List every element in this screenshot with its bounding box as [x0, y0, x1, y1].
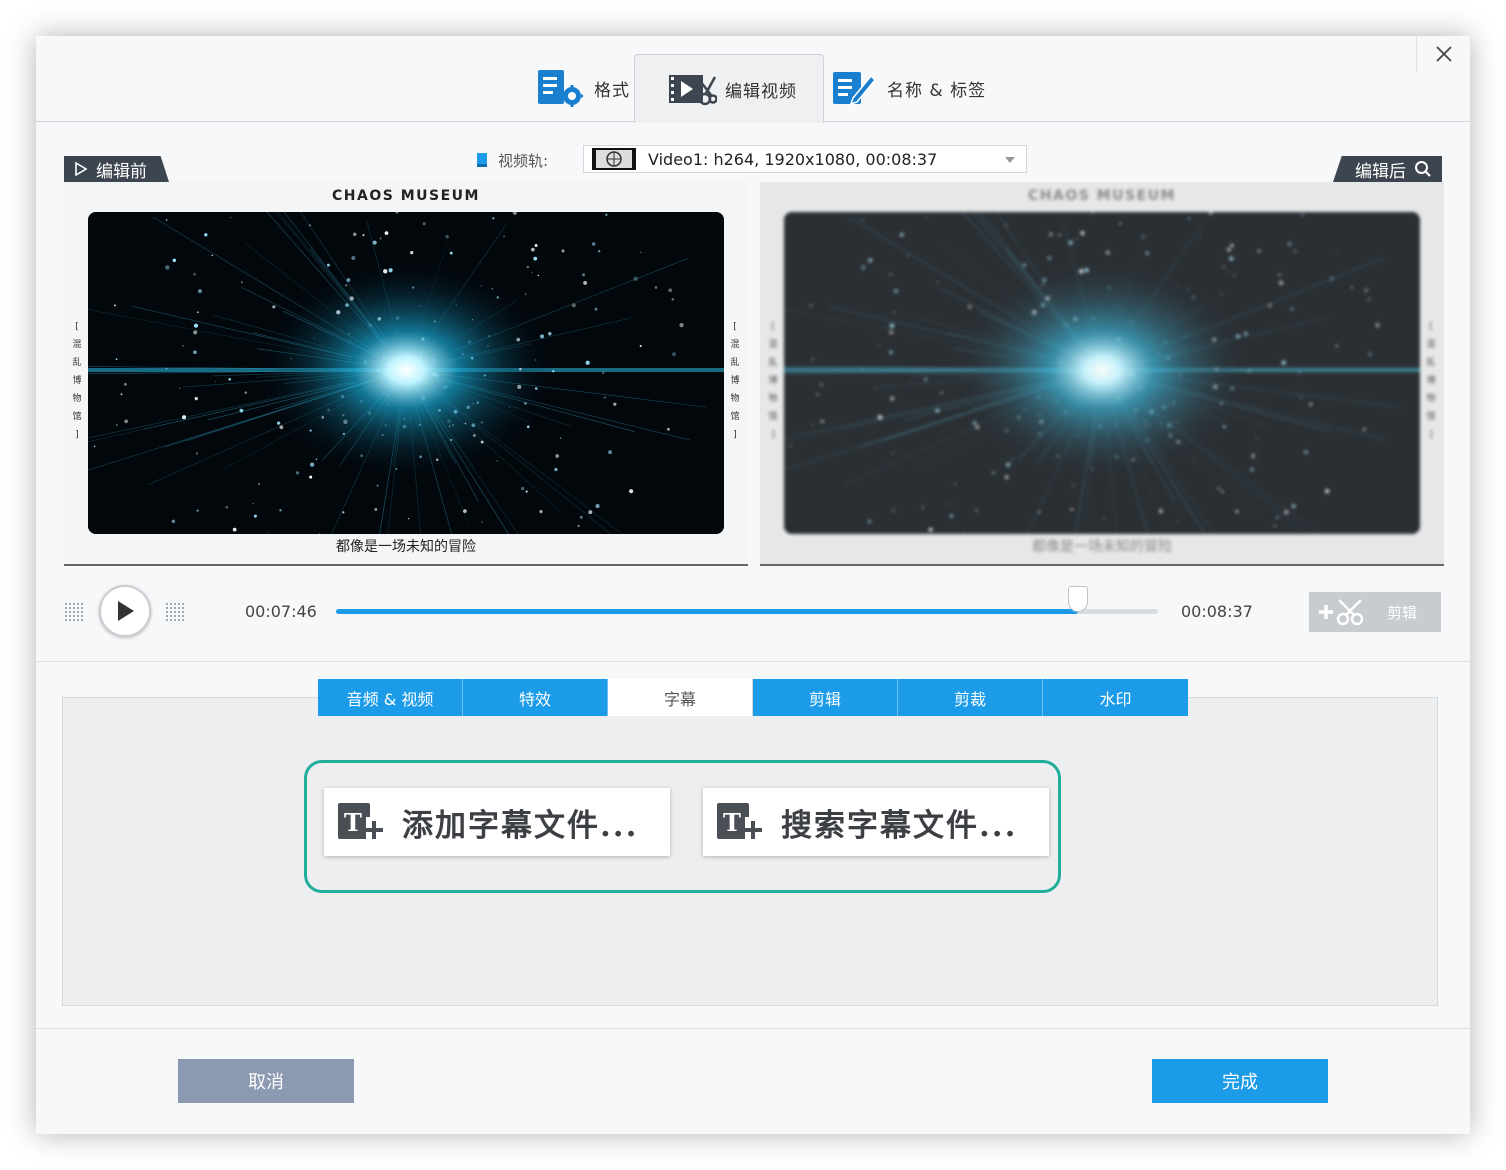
svg-text:T: T — [344, 808, 362, 837]
video-caption: 都像是一场未知的冒险 — [336, 539, 476, 555]
search-subtitle-button[interactable]: T 搜索字幕文件... — [703, 788, 1049, 856]
zoom-icon — [1415, 161, 1431, 177]
before-edit-tag: 编辑前 — [64, 156, 169, 182]
video-track-label: 视频轨: — [498, 151, 549, 170]
play-outline-icon — [75, 162, 88, 176]
top-tab-bar: 格式 编辑视频 名称 & 标签 — [36, 36, 1470, 123]
frame-forward-grip-icon[interactable] — [165, 602, 185, 622]
play-icon — [118, 601, 134, 621]
trim-button[interactable]: 剪辑 — [1309, 592, 1441, 632]
frame-back-grip-icon[interactable] — [64, 602, 84, 622]
playback-bar: 00:07:46 00:08:37 剪辑 — [36, 566, 1470, 662]
add-subtitle-button[interactable]: T 添加字幕文件... — [324, 788, 670, 856]
video-thumbnail-icon — [592, 148, 636, 170]
current-time: 00:07:46 — [245, 602, 317, 621]
side-text-left-after: [混乱博物馆] — [768, 322, 778, 440]
video-title-after: CHAOS MUSEUM — [1028, 188, 1176, 204]
tab-effects[interactable]: 特效 — [463, 679, 608, 716]
timeline-slider[interactable] — [336, 586, 1158, 614]
tab-name-tags-label: 名称 & 标签 — [887, 80, 987, 101]
video-frame-after — [784, 212, 1420, 534]
before-edit-label: 编辑前 — [96, 161, 147, 182]
after-edit-tag[interactable]: 编辑后 — [1333, 156, 1442, 182]
add-trim-icon — [1319, 599, 1364, 626]
tab-edit-video-label: 编辑视频 — [725, 81, 797, 102]
add-subtitle-icon: T — [338, 803, 383, 841]
tab-watermark[interactable]: 水印 — [1043, 679, 1188, 716]
search-subtitle-label: 搜索字幕文件... — [781, 807, 1018, 844]
tab-audio-video[interactable]: 音频 & 视频 — [318, 679, 463, 716]
done-button[interactable]: 完成 — [1152, 1059, 1328, 1103]
tab-name-tags[interactable]: 名称 & 标签 — [831, 54, 986, 122]
tab-edit-video[interactable]: 编辑视频 — [634, 54, 824, 123]
play-button[interactable] — [99, 585, 151, 637]
total-time: 00:08:37 — [1181, 602, 1253, 621]
name-tag-icon — [833, 72, 877, 106]
search-subtitle-icon: T — [717, 803, 762, 841]
after-edit-label: 编辑后 — [1355, 161, 1406, 182]
svg-text:T: T — [723, 808, 741, 837]
preview-before: CHAOS MUSEUM [混乱博物馆] [混乱博物馆] 都像是一场未知的冒险 — [64, 182, 748, 566]
timeline-thumb[interactable] — [1068, 586, 1089, 612]
cancel-button[interactable]: 取消 — [178, 1059, 354, 1103]
tab-crop[interactable]: 剪裁 — [898, 679, 1043, 716]
tab-subtitles[interactable]: 字幕 — [608, 679, 753, 716]
video-track-value: Video1: h264, 1920x1080, 00:08:37 — [648, 149, 938, 169]
edit-sub-tabs: 音频 & 视频 特效 字幕 剪辑 剪裁 水印 — [318, 679, 1188, 716]
timeline-progress — [336, 609, 1079, 614]
side-text-left: [混乱博物馆] — [72, 322, 82, 440]
tab-trim[interactable]: 剪辑 — [753, 679, 898, 716]
footer-divider — [36, 1028, 1470, 1029]
side-text-right: [混乱博物馆] — [730, 322, 740, 440]
tab-format[interactable]: 格式 — [536, 54, 630, 122]
format-settings-icon — [538, 70, 583, 107]
edit-video-dialog: 格式 编辑视频 名称 & 标签 编辑前 编辑后 视频轨: Video1: h26… — [36, 36, 1470, 1134]
chevron-down-icon — [1005, 157, 1015, 163]
film-strip-icon — [477, 153, 487, 167]
video-track-select[interactable]: Video1: h264, 1920x1080, 00:08:37 — [583, 145, 1027, 173]
video-track-row: 视频轨: — [476, 147, 548, 173]
trim-button-label: 剪辑 — [1387, 603, 1418, 622]
side-text-right-after: [混乱博物馆] — [1426, 322, 1436, 440]
add-subtitle-label: 添加字幕文件... — [402, 807, 639, 844]
video-edit-icon — [669, 75, 717, 106]
preview-after: CHAOS MUSEUM [混乱博物馆] [混乱博物馆] 都像是一场未知的冒险 — [760, 182, 1444, 566]
video-frame-before — [88, 212, 724, 534]
tab-format-label: 格式 — [594, 80, 630, 101]
video-title: CHAOS MUSEUM — [332, 188, 480, 204]
video-caption-after: 都像是一场未知的冒险 — [1032, 539, 1172, 555]
